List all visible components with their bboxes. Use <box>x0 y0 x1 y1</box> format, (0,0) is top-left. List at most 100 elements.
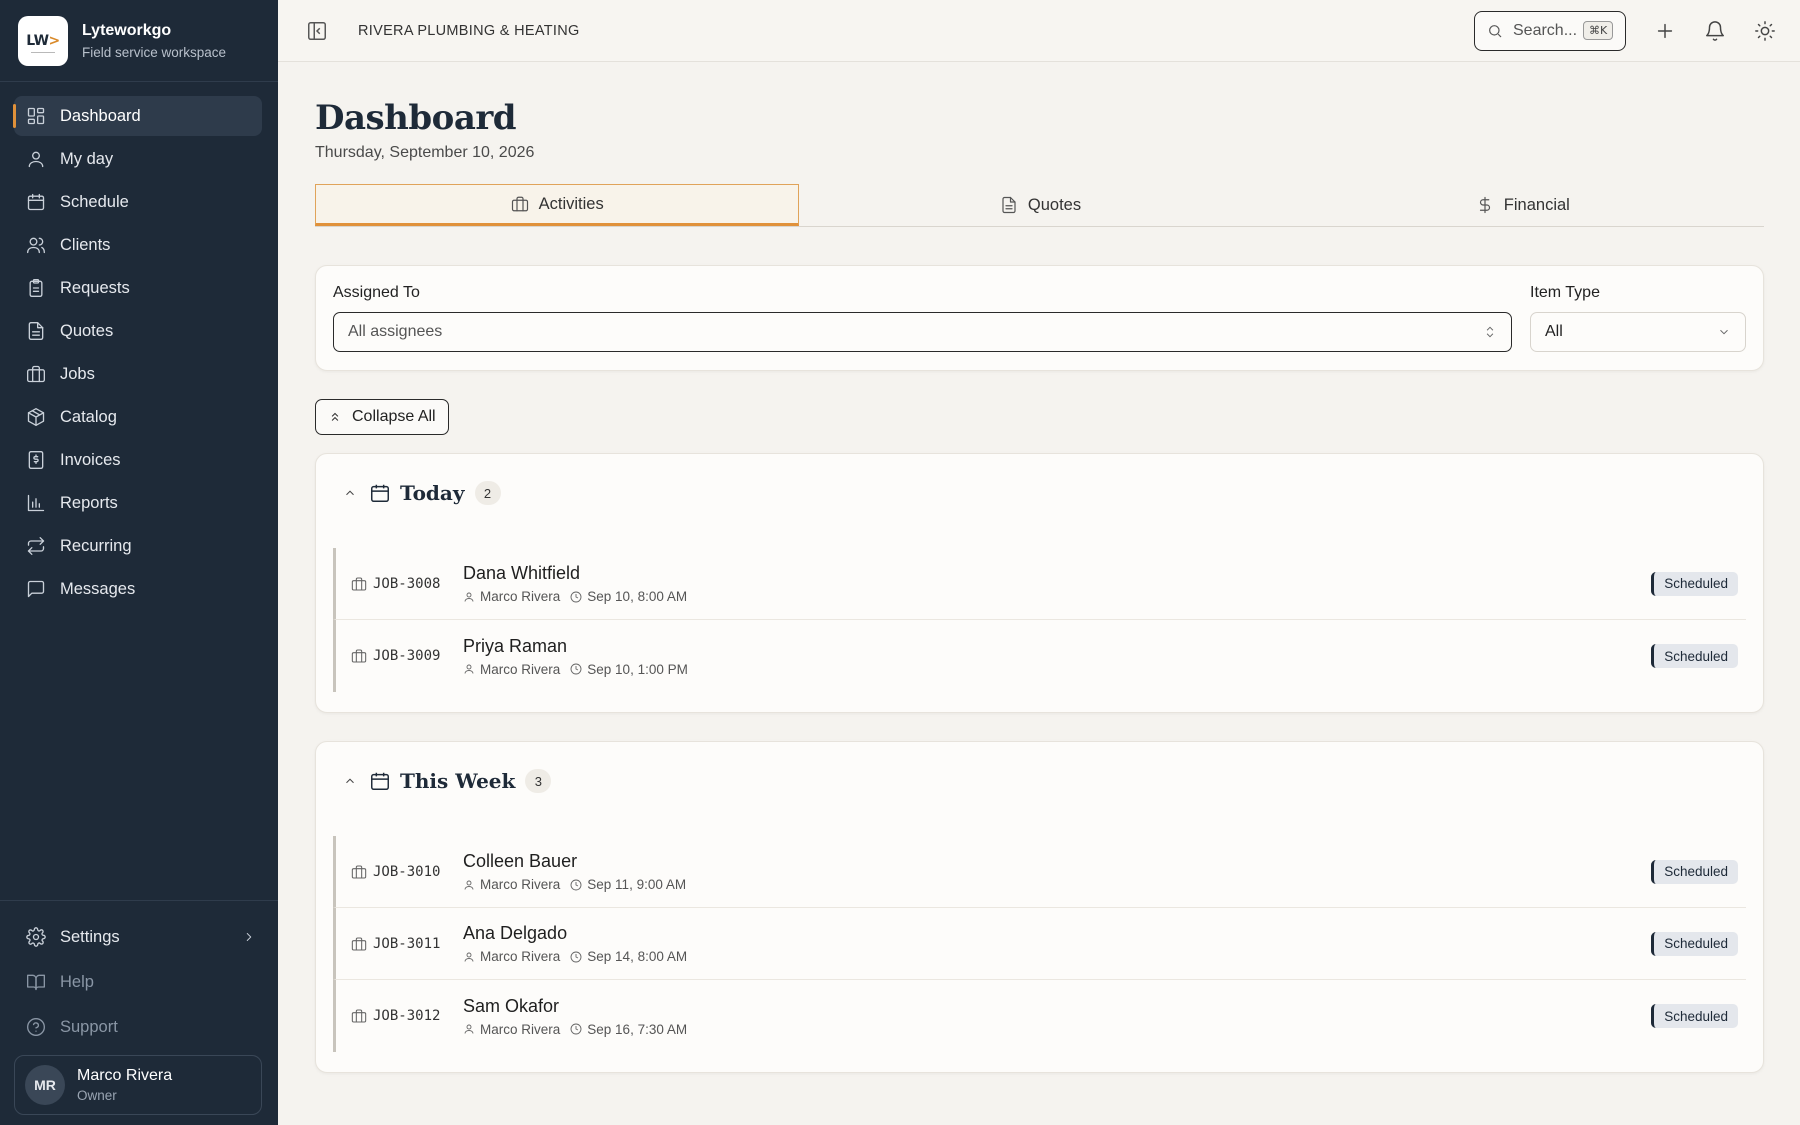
briefcase-icon <box>351 649 367 663</box>
sidebar: LW> Lyteworkgo Field service workspace D… <box>0 0 278 1125</box>
sidebar-item-support[interactable]: Support <box>14 1007 262 1047</box>
group-header[interactable]: Today 2 <box>333 480 1746 506</box>
sidebar-toggle-icon[interactable] <box>306 20 328 42</box>
briefcase-icon <box>511 196 528 212</box>
brand-tagline: Field service workspace <box>82 44 227 60</box>
chevron-up-icon[interactable] <box>343 774 357 788</box>
collapse-all-button[interactable]: Collapse All <box>315 399 449 435</box>
assigned-to-select[interactable]: All assignees <box>333 312 1512 352</box>
group-header[interactable]: This Week 3 <box>333 768 1746 794</box>
sidebar-item-requests[interactable]: Requests <box>14 268 262 308</box>
sidebar-item-quotes[interactable]: Quotes <box>14 311 262 351</box>
clock-icon <box>570 663 582 675</box>
chevrons-up-icon <box>331 412 339 421</box>
user-icon <box>464 592 474 602</box>
invoice-icon <box>28 451 44 469</box>
job-id: JOB-3010 <box>373 863 441 880</box>
status-badge: Scheduled <box>1651 931 1738 956</box>
group-title: Today <box>400 481 465 505</box>
sidebar-item-label: My day <box>60 149 114 168</box>
job-id: JOB-3011 <box>373 935 441 952</box>
chevron-up-icon[interactable] <box>343 486 357 500</box>
client-name: Dana Whitfield <box>463 563 581 583</box>
search-button[interactable]: Search... ⌘K <box>1474 10 1626 51</box>
sidebar-item-label: Invoices <box>60 450 121 469</box>
sidebar-item-catalog[interactable]: Catalog <box>14 397 262 437</box>
user-card[interactable]: MR Marco Rivera Owner <box>14 1055 262 1115</box>
top-bar: RIVERA PLUMBING & HEATING Search... ⌘K <box>278 0 1800 62</box>
job-row[interactable]: JOB-3011 Ana Delgado Marco Rivera Sep 14… <box>333 908 1746 980</box>
item-type-select[interactable]: All <box>1530 312 1746 352</box>
sidebar-item-label: Dashboard <box>60 106 141 125</box>
sidebar-item-clients[interactable]: Clients <box>14 225 262 265</box>
sun-icon[interactable] <box>1754 20 1776 42</box>
document-icon <box>28 322 44 340</box>
client-name: Colleen Bauer <box>463 851 578 871</box>
group-title: This Week <box>400 769 516 793</box>
tab-activities[interactable]: Activities <box>315 184 800 226</box>
tab-financial[interactable]: Financial <box>1282 184 1764 226</box>
status-badge: Scheduled <box>1651 571 1738 596</box>
search-placeholder: Search... <box>1513 21 1578 39</box>
package-icon <box>27 408 45 426</box>
sidebar-item-schedule[interactable]: Schedule <box>14 182 262 222</box>
calendar-icon <box>27 193 45 211</box>
job-row[interactable]: JOB-3008 Dana Whitfield Marco Rivera Sep… <box>333 548 1746 620</box>
clock-icon <box>570 951 582 962</box>
activity-group-today: Today 2 JOB-3008 Dana Whitfield Marco Ri… <box>315 453 1764 713</box>
users-icon <box>27 237 45 254</box>
dashboard-icon <box>27 107 45 125</box>
scheduled-time: Sep 16, 7:30 AM <box>587 1021 688 1037</box>
message-icon <box>27 580 45 598</box>
sidebar-item-dashboard[interactable]: Dashboard <box>13 96 262 136</box>
status-badge: Scheduled <box>1651 644 1738 668</box>
sidebar-item-invoices[interactable]: Invoices <box>14 440 262 480</box>
tab-quotes[interactable]: Quotes <box>799 184 1281 226</box>
assigned-to-label: Assigned To <box>333 284 420 301</box>
dashboard-tabs: Activities Quotes Financial <box>315 184 1764 227</box>
calendar-icon <box>371 772 389 790</box>
tab-label: Financial <box>1503 195 1570 214</box>
gear-icon <box>26 927 46 947</box>
plus-icon[interactable] <box>1654 20 1676 42</box>
main-content: Dashboard Thursday, September 10, 2026 A… <box>315 62 1764 1073</box>
support-label: Support <box>60 1017 118 1036</box>
client-name: Sam Okafor <box>463 995 560 1016</box>
user-icon <box>464 664 474 674</box>
briefcase-icon <box>351 936 367 951</box>
scheduled-time: Sep 14, 8:00 AM <box>587 949 688 964</box>
sidebar-nav: Dashboard My day Schedule Clients Reques… <box>0 82 278 900</box>
sidebar-item-label: Clients <box>60 235 111 254</box>
brand-name: Lyteworkgo <box>82 21 172 39</box>
sidebar-item-help[interactable]: Help <box>14 962 262 1002</box>
activity-group-this-week: This Week 3 JOB-3010 Colleen Bauer Marco… <box>315 741 1764 1073</box>
sidebar-item-messages[interactable]: Messages <box>14 569 262 609</box>
client-name: Ana Delgado <box>463 923 568 943</box>
sidebar-item-label: Schedule <box>60 192 129 211</box>
user-icon <box>28 151 44 168</box>
job-id: JOB-3009 <box>373 648 441 664</box>
brand[interactable]: LW> Lyteworkgo Field service workspace <box>0 0 278 82</box>
assignee: Marco Rivera <box>480 877 561 892</box>
bell-icon[interactable] <box>1704 20 1726 42</box>
sidebar-item-reports[interactable]: Reports <box>14 483 262 523</box>
search-shortcut: ⌘K <box>1583 21 1614 40</box>
assignee: Marco Rivera <box>480 1021 561 1037</box>
briefcase-icon <box>351 1009 367 1023</box>
user-icon <box>464 1024 474 1034</box>
user-name: Marco Rivera <box>77 1067 173 1084</box>
page-title: Dashboard <box>315 98 517 138</box>
job-row[interactable]: JOB-3010 Colleen Bauer Marco Rivera Sep … <box>333 836 1746 908</box>
group-count-badge: 2 <box>474 481 501 505</box>
sidebar-item-jobs[interactable]: Jobs <box>14 354 262 394</box>
sidebar-item-settings[interactable]: Settings <box>14 917 262 957</box>
logo-text: LW <box>26 32 49 49</box>
job-row[interactable]: JOB-3012 Sam Okafor Marco Rivera Sep 16,… <box>333 980 1746 1052</box>
sidebar-item-my-day[interactable]: My day <box>14 139 262 179</box>
job-row[interactable]: JOB-3009 Priya Raman Marco Rivera Sep 10… <box>333 620 1746 692</box>
user-icon <box>464 880 474 890</box>
brand-logo: LW> <box>18 15 68 66</box>
item-type-value: All <box>1545 323 1563 340</box>
clock-icon <box>570 879 582 890</box>
sidebar-item-recurring[interactable]: Recurring <box>14 526 262 566</box>
